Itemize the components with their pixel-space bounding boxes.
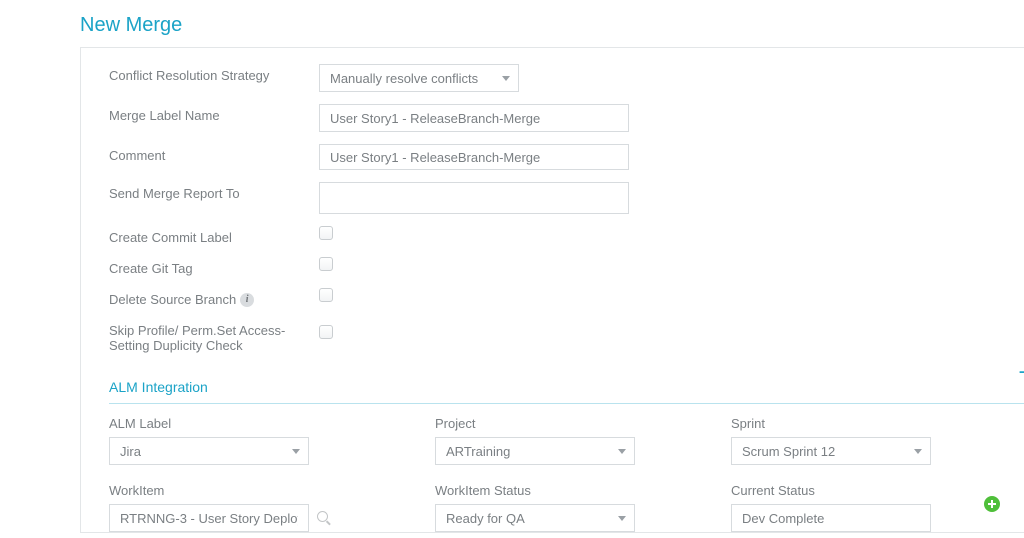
add-icon[interactable] — [984, 496, 1000, 512]
sprint-label: Sprint — [731, 416, 1001, 431]
workitem-status-label: WorkItem Status — [435, 483, 731, 498]
delete-source-branch-label: Delete Source Branch i — [109, 288, 319, 307]
conflict-strategy-value: Manually resolve conflicts — [330, 71, 478, 86]
row-comment: Comment — [81, 138, 1024, 176]
row-send-report: Send Merge Report To — [81, 176, 1024, 220]
create-git-tag-checkbox[interactable] — [319, 257, 333, 271]
current-status-label: Current Status — [731, 483, 1001, 498]
comment-textarea[interactable] — [319, 144, 629, 170]
comment-label: Comment — [109, 144, 319, 163]
row-create-commit-label: Create Commit Label — [81, 220, 1024, 251]
project-value: ARTraining — [446, 444, 510, 459]
chevron-down-icon — [618, 449, 626, 454]
chevron-down-icon — [914, 449, 922, 454]
create-git-tag-label: Create Git Tag — [109, 257, 319, 276]
alm-grid: ALM Label Jira WorkItem Project ARTraini… — [81, 404, 1024, 532]
create-commit-label-checkbox[interactable] — [319, 226, 333, 240]
alm-label-select[interactable]: Jira — [109, 437, 309, 465]
row-skip-profile: Skip Profile/ Perm.Set Access-Setting Du… — [81, 313, 1024, 359]
send-report-textarea[interactable] — [319, 182, 629, 214]
chevron-down-icon — [618, 516, 626, 521]
chevron-down-icon — [502, 76, 510, 81]
row-conflict-strategy: Conflict Resolution Strategy Manually re… — [81, 58, 1024, 98]
merge-label-name-input[interactable] — [319, 104, 629, 132]
alm-col-3: Sprint Scrum Sprint 12 Current Status — [731, 416, 1001, 532]
workitem-input[interactable] — [109, 504, 309, 532]
alm-label-label: ALM Label — [109, 416, 435, 431]
project-select[interactable]: ARTraining — [435, 437, 635, 465]
delete-source-branch-checkbox[interactable] — [319, 288, 333, 302]
sprint-select[interactable]: Scrum Sprint 12 — [731, 437, 931, 465]
merge-form-panel: Conflict Resolution Strategy Manually re… — [80, 47, 1024, 533]
chevron-down-icon — [292, 449, 300, 454]
conflict-strategy-label: Conflict Resolution Strategy — [109, 64, 319, 83]
search-icon[interactable] — [317, 511, 331, 525]
row-create-git-tag: Create Git Tag — [81, 251, 1024, 282]
send-report-label: Send Merge Report To — [109, 182, 319, 201]
workitem-label: WorkItem — [109, 483, 435, 498]
create-commit-label-label: Create Commit Label — [109, 226, 319, 245]
collapse-icon[interactable]: - — [1019, 360, 1024, 382]
project-label: Project — [435, 416, 731, 431]
current-status-input — [731, 504, 931, 532]
row-delete-source-branch: Delete Source Branch i — [81, 282, 1024, 313]
workitem-status-value: Ready for QA — [446, 511, 525, 526]
alm-col-1: ALM Label Jira WorkItem — [109, 416, 435, 532]
info-icon[interactable]: i — [240, 293, 254, 307]
skip-profile-checkbox[interactable] — [319, 325, 333, 339]
conflict-strategy-select[interactable]: Manually resolve conflicts — [319, 64, 519, 92]
delete-source-branch-text: Delete Source Branch — [109, 292, 236, 307]
alm-label-value: Jira — [120, 444, 141, 459]
workitem-status-select[interactable]: Ready for QA — [435, 504, 635, 532]
row-merge-label-name: Merge Label Name — [81, 98, 1024, 138]
alm-col-2: Project ARTraining WorkItem Status Ready… — [435, 416, 731, 532]
alm-section-header[interactable]: ALM Integration — [81, 359, 1024, 403]
merge-label-name-label: Merge Label Name — [109, 104, 319, 123]
skip-profile-label: Skip Profile/ Perm.Set Access-Setting Du… — [109, 319, 319, 353]
sprint-value: Scrum Sprint 12 — [742, 444, 835, 459]
page-title: New Merge — [0, 0, 1024, 47]
